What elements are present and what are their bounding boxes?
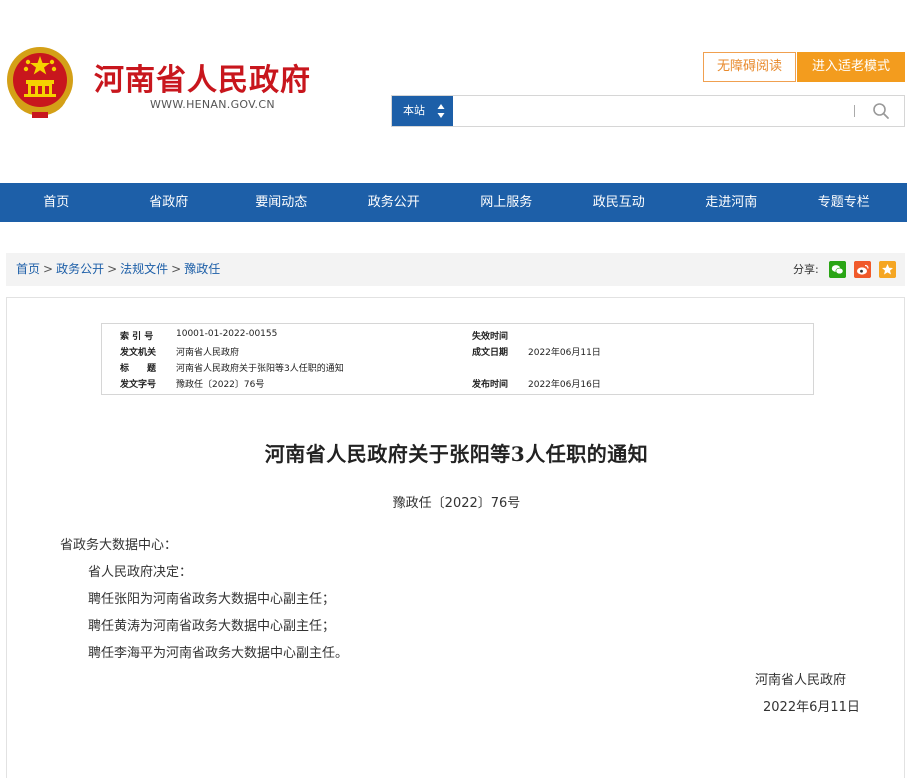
share-label: 分享: [793, 263, 819, 276]
site-title[interactable]: 河南省人民政府 [94, 55, 311, 99]
star-icon[interactable] [879, 261, 896, 278]
search-icon[interactable] [872, 102, 890, 120]
document-paragraph: 聘任张阳为河南省政务大数据中心副主任； [88, 592, 336, 607]
breadcrumb-separator: > [43, 262, 54, 276]
meta-written-date-label: 成文日期 [472, 348, 509, 358]
meta-index-label: 索 引 号 [120, 332, 154, 342]
main-nav: 首页 省政府 要闻动态 政务公开 网上服务 政民互动 走进河南 专题专栏 [0, 183, 907, 222]
document-number: 豫政任〔2022〕76号 [392, 496, 521, 511]
search-bar: 本站 [391, 95, 905, 127]
weibo-icon[interactable] [854, 261, 871, 278]
breadcrumb-current[interactable]: 豫政任 [184, 262, 220, 276]
document-paragraph: 省人民政府决定： [88, 565, 193, 580]
meta-publish-date-value: 2022年06月16日 [528, 380, 601, 390]
nav-item-home[interactable]: 首页 [0, 183, 113, 222]
meta-expiry-label: 失效时间 [472, 332, 509, 342]
nav-item-news[interactable]: 要闻动态 [225, 183, 338, 222]
meta-index-value: 10001-01-2022-00155 [176, 329, 278, 339]
document-recipient: 省政务大数据中心： [60, 538, 178, 553]
meta-written-date-value: 2022年06月11日 [528, 348, 601, 358]
nav-item-online-services[interactable]: 网上服务 [450, 183, 563, 222]
meta-subject-value: 河南省人民政府关于张阳等3人任职的通知 [176, 364, 344, 374]
document-paragraph: 聘任李海平为河南省政务大数据中心副主任。 [88, 646, 349, 661]
breadcrumb-separator: > [107, 262, 118, 276]
breadcrumb-bar: 首页 > 政务公开 > 法规文件 > 豫政任 分享: [6, 253, 905, 286]
document-paragraph: 聘任黄涛为河南省政务大数据中心副主任； [88, 619, 336, 634]
nav-item-special-topics[interactable]: 专题专栏 [788, 183, 901, 222]
meta-publish-date-label: 发布时间 [472, 380, 509, 390]
article-panel: 索 引 号 10001-01-2022-00155 失效时间 发文机关 河南省人… [6, 297, 905, 778]
wechat-icon[interactable] [829, 261, 846, 278]
meta-issuer-label: 发文机关 [120, 348, 157, 358]
meta-doc-no-label: 发文字号 [120, 380, 157, 390]
national-emblem-icon [7, 47, 73, 118]
meta-issuer-value: 河南省人民政府 [176, 348, 240, 358]
document-date: 2022年6月11日 [763, 700, 860, 715]
accessibility-reading-button[interactable]: 无障碍阅读 [703, 52, 796, 82]
search-scope-select[interactable]: 本站 [392, 96, 453, 126]
document-metadata-table: 索 引 号 10001-01-2022-00155 失效时间 发文机关 河南省人… [101, 323, 814, 395]
meta-subject-label: 标 题 [120, 364, 157, 374]
document-signature: 河南省人民政府 [755, 673, 847, 688]
breadcrumb-regulations[interactable]: 法规文件 [120, 262, 168, 276]
breadcrumb-separator: > [171, 262, 182, 276]
elder-mode-button[interactable]: 进入适老模式 [797, 52, 905, 82]
breadcrumb-home[interactable]: 首页 [16, 262, 40, 276]
nav-item-gov-affairs[interactable]: 政务公开 [338, 183, 451, 222]
site-url: WWW.HENAN.GOV.CN [150, 98, 275, 111]
site-header: 河南省人民政府 WWW.HENAN.GOV.CN 无障碍阅读 进入适老模式 本站 [0, 0, 907, 183]
document-title: 河南省人民政府关于张阳等3人任职的通知 [264, 442, 649, 466]
nav-item-provincial-gov[interactable]: 省政府 [113, 183, 226, 222]
search-divider [854, 105, 855, 117]
breadcrumb-gov-affairs[interactable]: 政务公开 [56, 262, 104, 276]
meta-doc-no-value: 豫政任〔2022〕76号 [176, 380, 265, 390]
sort-arrows-icon [437, 104, 445, 118]
nav-item-about-henan[interactable]: 走进河南 [675, 183, 788, 222]
search-scope-label: 本站 [403, 104, 425, 117]
search-input[interactable] [454, 96, 854, 126]
nav-item-interaction[interactable]: 政民互动 [563, 183, 676, 222]
breadcrumb: 首页 > 政务公开 > 法规文件 > 豫政任 [16, 253, 220, 286]
